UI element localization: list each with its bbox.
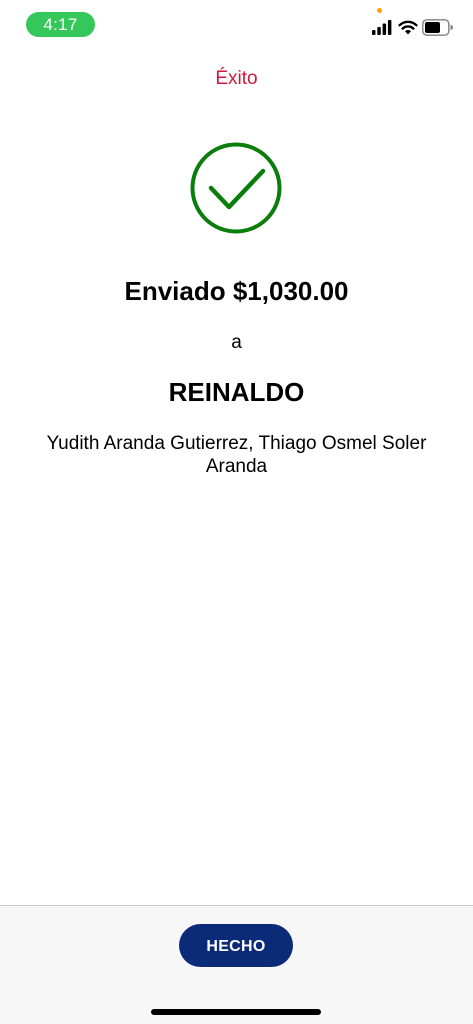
bottom-action-bar: HECHO <box>0 905 473 1024</box>
to-preposition: a <box>231 332 242 353</box>
checkmark-circle-icon <box>190 142 282 234</box>
success-screen: 4:17 Éxito Enviado $1,030.00 a REINALDO … <box>0 0 473 1024</box>
done-button[interactable]: HECHO <box>179 924 293 967</box>
privacy-indicator-dot <box>377 8 382 13</box>
wifi-icon <box>398 20 418 35</box>
status-time[interactable]: 4:17 <box>26 12 95 37</box>
recipient-detail: Yudith Aranda Gutierrez, Thiago Osmel So… <box>46 433 427 477</box>
cellular-signal-icon <box>372 20 392 35</box>
battery-icon <box>422 19 453 36</box>
home-indicator[interactable] <box>151 1009 321 1015</box>
sent-amount: Enviado $1,030.00 <box>124 276 349 306</box>
page-title: Éxito <box>215 68 258 89</box>
status-bar: 4:17 <box>0 0 473 46</box>
recipient-name: REINALDO <box>168 377 305 407</box>
